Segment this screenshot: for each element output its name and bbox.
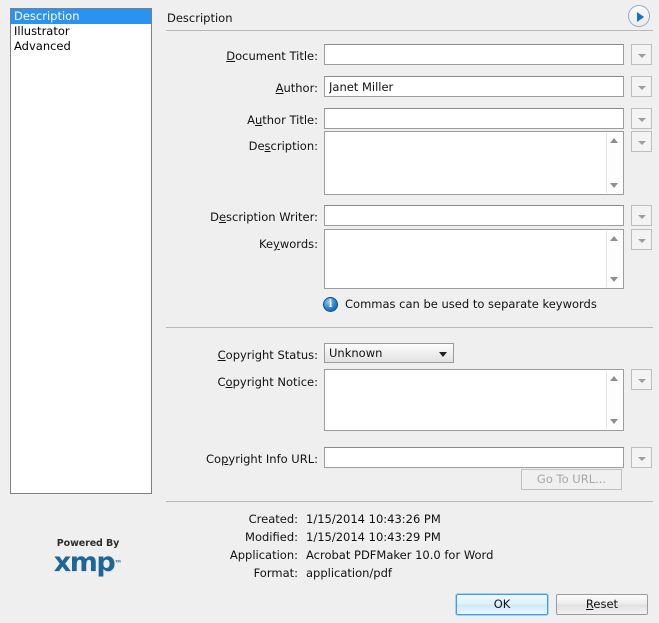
info-icon — [323, 297, 338, 312]
scroll-down-icon[interactable] — [610, 277, 618, 282]
xmp-logo: Powered By xmp™ — [38, 538, 138, 580]
author-label: Author: — [218, 81, 318, 95]
copyright-info-url-input[interactable] — [324, 447, 624, 468]
copyright-notice-textarea[interactable] — [324, 369, 624, 431]
description-writer-label: Description Writer: — [188, 210, 318, 224]
copyright-notice-dropdown-button[interactable] — [631, 369, 652, 390]
go-to-url-button[interactable]: Go To URL... — [521, 469, 622, 490]
xmp-wordmark: xmp — [54, 549, 114, 576]
scroll-up-icon[interactable] — [610, 138, 618, 143]
sidebar-item-description[interactable]: Description — [11, 9, 151, 24]
metadata-value: Acrobat PDFMaker 10.0 for Word — [306, 548, 493, 562]
description-dropdown-button[interactable] — [631, 131, 652, 152]
document-title-dropdown-button[interactable] — [631, 44, 652, 65]
copyright-status-select[interactable]: Unknown — [324, 343, 454, 363]
document-title-input[interactable] — [324, 44, 624, 65]
page-title: Description — [167, 11, 233, 25]
ok-button-label: OK — [494, 597, 511, 611]
reset-button[interactable]: Reset — [556, 594, 648, 615]
scroll-down-icon[interactable] — [610, 419, 618, 424]
xmp-trademark-icon: ™ — [114, 559, 122, 568]
copyright-info-url-label: Copyright Info URL: — [198, 452, 318, 466]
divider-bottom — [166, 501, 653, 502]
metadata-label: Application: — [178, 548, 298, 562]
expand-arrow-icon[interactable] — [628, 5, 650, 27]
metadata-label: Format: — [178, 566, 298, 580]
author-dropdown-button[interactable] — [631, 76, 652, 97]
author-title-label: Author Title: — [218, 113, 318, 127]
copyright-status-value: Unknown — [329, 346, 382, 360]
scroll-up-icon[interactable] — [610, 236, 618, 241]
sidebar-item-label: Advanced — [14, 39, 71, 53]
sidebar-item-advanced[interactable]: Advanced — [11, 39, 151, 54]
document-title-label: Document Title: — [218, 49, 318, 63]
divider-top — [166, 30, 653, 31]
description-writer-dropdown-button[interactable] — [631, 205, 652, 226]
author-title-dropdown-button[interactable] — [631, 108, 652, 129]
reset-button-label: eset — [593, 597, 618, 611]
sidebar-item-illustrator[interactable]: Illustrator — [11, 24, 151, 39]
metadata-value: 1/15/2014 10:43:26 PM — [306, 512, 441, 526]
description-textarea[interactable] — [324, 131, 624, 195]
sidebar-item-label: Illustrator — [14, 24, 70, 38]
keywords-textarea[interactable] — [324, 229, 624, 289]
description-panel: Description Document Title: Author: Auth… — [160, 0, 659, 623]
metadata-label: Modified: — [178, 530, 298, 544]
keywords-scrollbar[interactable] — [606, 231, 622, 287]
description-writer-input[interactable] — [324, 205, 624, 226]
divider-middle — [166, 327, 653, 328]
copyright-notice-scrollbar[interactable] — [606, 371, 622, 429]
ok-button[interactable]: OK — [456, 594, 548, 615]
copyright-status-label: Copyright Status: — [208, 348, 318, 362]
keywords-dropdown-button[interactable] — [631, 229, 652, 250]
keywords-hint-text: Commas can be used to separate keywords — [345, 297, 597, 311]
metadata-value: 1/15/2014 10:43:29 PM — [306, 530, 441, 544]
description-scrollbar[interactable] — [606, 133, 622, 193]
keywords-hint: Commas can be used to separate keywords — [323, 295, 597, 313]
category-list[interactable]: Description Illustrator Advanced — [10, 8, 152, 494]
author-title-input[interactable] — [324, 108, 624, 129]
description-label: Description: — [208, 139, 318, 153]
scroll-down-icon[interactable] — [610, 183, 618, 188]
keywords-label: Keywords: — [218, 237, 318, 251]
metadata-value: application/pdf — [306, 566, 392, 580]
author-input[interactable] — [324, 76, 624, 97]
copyright-notice-label: Copyright Notice: — [208, 375, 318, 389]
scroll-up-icon[interactable] — [610, 376, 618, 381]
copyright-info-url-dropdown-button[interactable] — [631, 447, 652, 468]
metadata-label: Created: — [178, 512, 298, 526]
sidebar-item-label: Description — [14, 9, 80, 23]
